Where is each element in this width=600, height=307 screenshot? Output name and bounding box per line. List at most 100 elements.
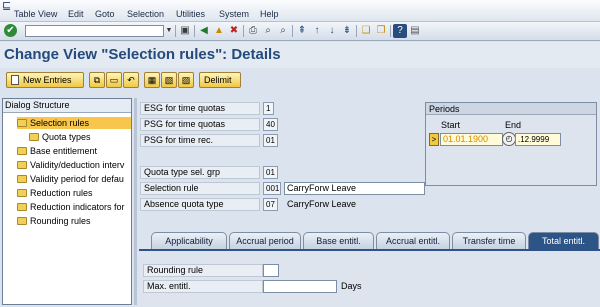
folder-icon [17,147,27,155]
esg-value: 1 [263,102,274,115]
tab-total-entitl[interactable]: Total entitl. [528,232,599,249]
tree-header: Dialog Structure [3,99,131,113]
new-entries-label: New Entries [23,75,72,85]
last-page-icon[interactable]: ⇟ [340,24,354,38]
shortcut-icon[interactable]: ❐ [374,24,388,38]
tree-item-selection-rules[interactable]: Selection rules [17,117,131,129]
quota-grp-label: Quota type sel. grp [140,166,260,179]
tree-item-label: Reduction rules [30,188,93,198]
help-icon[interactable]: ? [393,24,407,38]
enter-icon[interactable]: ✔ [4,24,17,37]
create-session-icon[interactable]: ❏ [359,24,373,38]
absence-quota-label: Absence quota type [140,198,260,211]
find-icon[interactable]: ⌕ [261,24,275,38]
folder-open-icon [17,119,27,127]
select-all-icon[interactable]: ▦ [144,72,160,88]
tab-applicability[interactable]: Applicability [151,232,227,249]
find-next-icon[interactable]: ⌕ [276,24,290,38]
menu-goto[interactable]: Goto [95,9,115,19]
toolbar-separator [243,25,244,37]
back-icon[interactable]: ◀ [197,24,211,38]
tree-item-label: Reduction indicators for [30,202,125,212]
tree-item-validity-deduction[interactable]: Validity/deduction interv [17,159,131,171]
tab-transfer-time[interactable]: Transfer time [452,232,526,249]
end-date-field[interactable]: .12.9999 [515,133,561,146]
next-page-icon[interactable]: ↓ [325,24,339,38]
psg-quota-value: 40 [263,118,278,131]
cancel-icon[interactable]: ✖ [227,24,241,38]
selection-rule-text[interactable]: CarryForw Leave [284,182,425,195]
undo-change-icon[interactable]: ↶ [123,72,139,88]
folder-icon [29,133,39,141]
document-icon [11,75,19,85]
first-page-icon[interactable]: ⇞ [295,24,309,38]
tab-panel: Rounding rule Max. entitl. Days [139,249,600,307]
tab-accrual-entitl[interactable]: Accrual entitl. [376,232,450,249]
deselect-all-icon[interactable]: ▨ [178,72,194,88]
command-dropdown-icon[interactable]: ▼ [165,25,173,37]
max-entitl-field[interactable] [263,280,337,293]
tree-item-label: Validity period for defau [30,174,124,184]
splitter[interactable] [134,98,137,305]
folder-icon [17,175,27,183]
layout-icon[interactable]: ▤ [408,24,422,38]
menu-utilities[interactable]: Utilities [176,9,205,19]
tree-item-base-entitlement[interactable]: Base entitlement [17,145,131,157]
dialog-structure-tree: Dialog Structure Selection rules Quota t… [2,98,132,305]
rounding-rule-field[interactable] [263,264,279,277]
tree-item-reduction-indicators[interactable]: Reduction indicators for [17,201,131,213]
print-icon[interactable]: ⎙ [246,24,260,38]
select-block-icon[interactable]: ▧ [161,72,177,88]
absence-quota-value: 07 [263,198,278,211]
menu-bar: ⊑ Table View Edit Goto Selection Utiliti… [0,0,600,22]
delimit-button[interactable]: Delimit [199,72,241,88]
periods-title: Periods [426,103,596,115]
tree-item-label: Validity/deduction interv [30,160,125,170]
menu-help[interactable]: Help [260,9,279,19]
psg-quota-label: PSG for time quotas [140,118,260,131]
tree-item-label: Selection rules [30,118,90,128]
tree-item-reduction-rules[interactable]: Reduction rules [17,187,131,199]
tab-accrual-period[interactable]: Accrual period [229,232,301,249]
quota-grp-value: 01 [263,166,278,179]
save-icon[interactable]: ▣ [178,24,192,38]
arrow-marker-icon: > [429,133,439,146]
folder-icon [17,217,27,225]
copy-as-icon[interactable]: ⧉ [89,72,105,88]
toolbar-separator [390,25,391,37]
new-entries-button[interactable]: New Entries [6,72,84,88]
menu-edit[interactable]: Edit [68,9,84,19]
tree-item-quota-types[interactable]: Quota types [29,131,131,143]
date-picker-icon[interactable]: ◴ [502,132,516,146]
psg-rec-label: PSG for time rec. [140,134,260,147]
tab-base-entitl[interactable]: Base entitl. [303,232,374,249]
max-entitl-label: Max. entitl. [143,280,263,293]
exit-icon[interactable]: ▲ [212,24,226,38]
folder-icon [17,189,27,197]
esg-label: ESG for time quotas [140,102,260,115]
menu-system[interactable]: System [219,9,249,19]
menu-selection[interactable]: Selection [127,9,164,19]
prev-page-icon[interactable]: ↑ [310,24,324,38]
end-label: End [505,120,522,130]
toolbar-separator [194,25,195,37]
sap-app-icon[interactable]: ⊑ [2,1,12,12]
tree-item-label: Quota types [42,132,91,142]
tree-item-validity-period[interactable]: Validity period for defau [17,173,131,185]
folder-icon [17,161,27,169]
absence-quota-text: CarryForw Leave [287,199,357,209]
page-title: Change View "Selection rules": Details [4,46,281,63]
standard-toolbar: ✔ ▼ ▣ ◀ ▲ ✖ ⎙ ⌕ ⌕ ⇞ ↑ ↓ ⇟ ❏ ❐ ? ▤ [0,22,600,41]
tab-strip: Applicability Accrual period Base entitl… [150,232,600,249]
start-date-field[interactable]: 01.01.1900 [440,133,503,146]
command-field[interactable] [25,25,164,37]
delete-icon[interactable]: ▭ [106,72,122,88]
days-unit: Days [341,281,362,291]
menu-table-view[interactable]: Table View [14,9,57,19]
tree-item-rounding-rules[interactable]: Rounding rules [17,215,131,227]
folder-icon [17,203,27,211]
rounding-rule-label: Rounding rule [143,264,263,277]
selection-rule-label: Selection rule [140,182,260,195]
toolbar-separator [292,25,293,37]
selection-rule-value: 001 [263,182,281,195]
